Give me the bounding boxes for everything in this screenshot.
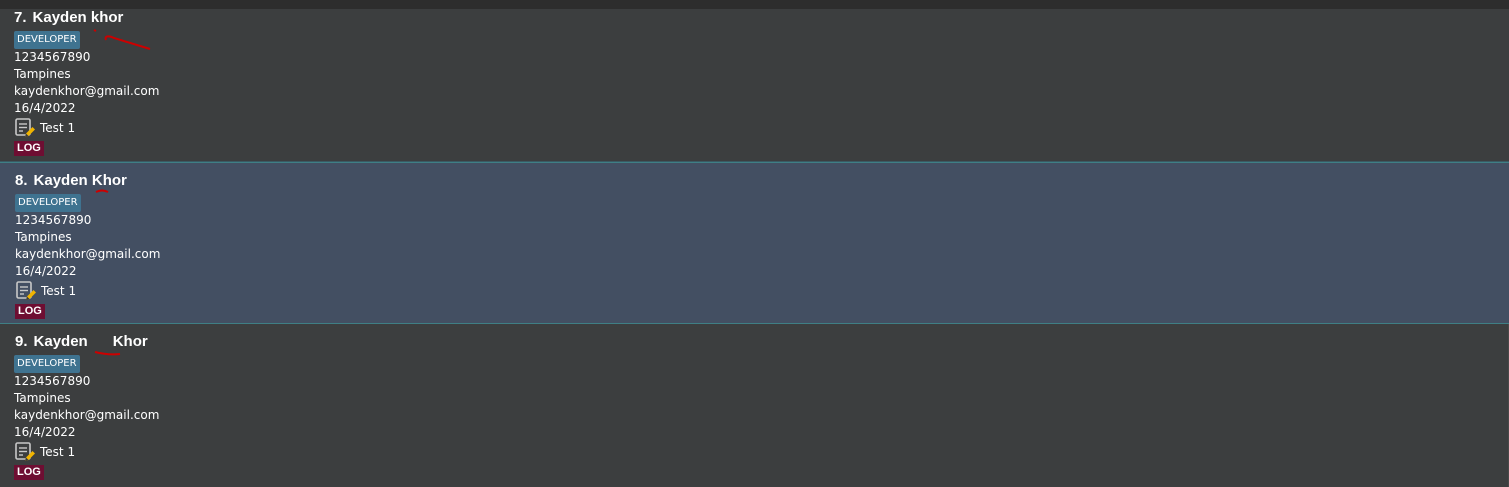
remark-text: Test 1: [41, 284, 77, 298]
person-name: 8. Kayden Khor: [15, 172, 127, 189]
email: kaydenkhor@gmail.com: [15, 247, 161, 261]
address: Tampines: [14, 391, 71, 405]
person-name-text: Kayden Khor: [33, 333, 148, 350]
person-name-text: Kayden khor: [32, 9, 124, 26]
date: 16/4/2022: [14, 425, 76, 439]
remark: Test 1: [15, 280, 76, 302]
person-index: 9.: [15, 333, 28, 350]
person-index: 7.: [14, 9, 27, 26]
note-edit-icon: [14, 117, 36, 139]
annotation-mark: [93, 29, 151, 50]
person-card[interactable]: 7. Kayden khor DEVELOPER 1234567890 Tampi…: [0, 0, 1509, 162]
remark-text: Test 1: [40, 445, 76, 459]
email: kaydenkhor@gmail.com: [14, 84, 160, 98]
remark: Test 1: [14, 117, 75, 139]
person-list: 7. Kayden khor DEVELOPER 1234567890 Tampi…: [0, 0, 1509, 487]
person-index: 8.: [15, 172, 28, 189]
role-tag: DEVELOPER: [14, 355, 80, 373]
phone-number: 1234567890: [15, 213, 92, 227]
remark-text: Test 1: [40, 121, 76, 135]
note-edit-icon: [15, 280, 37, 302]
note-edit-icon: [14, 441, 36, 463]
phone-number: 1234567890: [14, 374, 91, 388]
person-card[interactable]: 9. Kayden Khor DEVELOPER 1234567890 Tampi…: [0, 324, 1509, 487]
person-card[interactable]: 8. Kayden Khor DEVELOPER 1234567890 Tampi…: [0, 162, 1509, 324]
role-tag: DEVELOPER: [14, 31, 80, 49]
annotation-mark: [94, 351, 121, 356]
address: Tampines: [15, 230, 72, 244]
person-name: 9. Kayden Khor: [15, 333, 148, 350]
annotation-mark: [95, 189, 109, 193]
date: 16/4/2022: [14, 101, 76, 115]
date: 16/4/2022: [15, 264, 77, 278]
phone-number: 1234567890: [14, 50, 91, 64]
log-label: LOG: [14, 141, 44, 156]
log-label: LOG: [15, 304, 45, 319]
role-tag: DEVELOPER: [15, 194, 81, 212]
remark: Test 1: [14, 441, 75, 463]
person-name: 7. Kayden khor: [14, 9, 123, 26]
log-label: LOG: [14, 465, 44, 480]
person-name-text: Kayden Khor: [33, 172, 127, 189]
address: Tampines: [14, 67, 71, 81]
email: kaydenkhor@gmail.com: [14, 408, 160, 422]
